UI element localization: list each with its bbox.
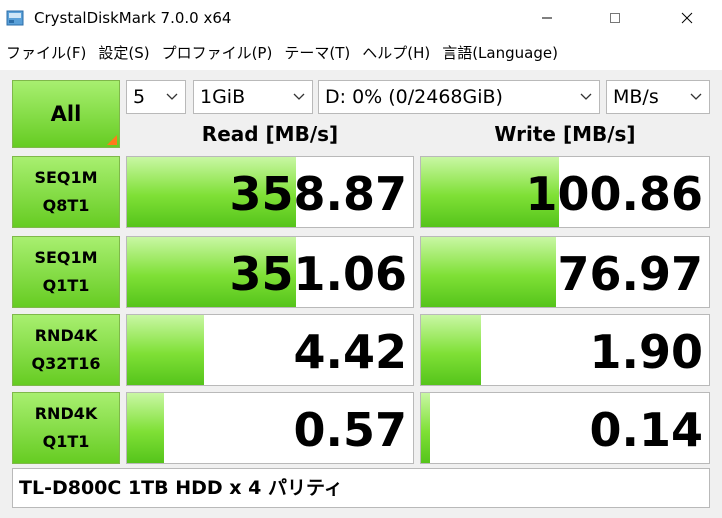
rnd4k-q1t1-write-result: 0.14: [420, 392, 710, 464]
seq1m-q8t1-button[interactable]: SEQ1M Q8T1: [12, 156, 120, 228]
result-value: 100.86: [525, 167, 703, 221]
menu-bar: ファイル(F) 設定(S) プロファイル(P) テーマ(T) ヘルプ(H) 言語…: [0, 36, 722, 70]
result-value: 1.90: [589, 325, 704, 379]
result-value: 0.14: [589, 403, 704, 457]
menu-profile[interactable]: プロファイル(P): [156, 36, 279, 70]
rnd4k-q1t1-button[interactable]: RND4K Q1T1: [12, 392, 120, 464]
drive-select[interactable]: D: 0% (0/2468GiB): [318, 80, 600, 114]
test-label-line1: RND4K: [34, 404, 98, 423]
test-size-select[interactable]: 1GiB: [193, 80, 313, 114]
crystaldiskmark-icon: [6, 10, 24, 26]
comment-field[interactable]: TL-D800C 1TB HDD x 4 パリティ: [12, 468, 710, 508]
app-window: CrystalDiskMark 7.0.0 x64 ファイル(F) 設定(S) …: [0, 0, 722, 518]
chevron-down-icon: [580, 93, 592, 100]
all-button-label: All: [50, 102, 82, 126]
seq1m-q8t1-read-result: 358.87: [126, 156, 414, 228]
main-panel: All 5 1GiB D: 0% (0/2468GiB) MB/s Read […: [0, 70, 722, 518]
read-header: Read [MB/s]: [201, 122, 339, 146]
result-bar: [421, 393, 430, 463]
rnd4k-q32t16-button[interactable]: RND4K Q32T16: [12, 314, 120, 386]
minimize-button[interactable]: [524, 0, 570, 36]
menu-file[interactable]: ファイル(F): [0, 36, 92, 70]
test-label-line1: RND4K: [34, 326, 98, 345]
result-value: 351.06: [229, 247, 407, 301]
test-label-line2: Q32T16: [31, 354, 101, 373]
rnd4k-q32t16-write-result: 1.90: [420, 314, 710, 386]
menu-theme[interactable]: テーマ(T): [278, 36, 356, 70]
minimize-icon: [542, 17, 552, 19]
chevron-down-icon: [293, 93, 305, 100]
result-bar: [421, 237, 557, 307]
test-label-line1: SEQ1M: [34, 248, 98, 267]
all-button[interactable]: All: [12, 80, 120, 148]
test-label-line2: Q8T1: [42, 196, 90, 215]
unit-select[interactable]: MB/s: [606, 80, 710, 114]
test-label-line2: Q1T1: [42, 432, 90, 451]
test-label-line1: SEQ1M: [34, 168, 98, 187]
maximize-button[interactable]: [592, 0, 638, 36]
drive-value: D: 0% (0/2468GiB): [325, 86, 503, 108]
result-value: 4.42: [293, 325, 408, 379]
maximize-icon: [610, 13, 620, 23]
seq1m-q1t1-write-result: 76.97: [420, 236, 710, 308]
result-bar: [127, 393, 165, 463]
result-value: 358.87: [229, 167, 407, 221]
menu-language[interactable]: 言語(Language): [436, 36, 564, 70]
unit-value: MB/s: [613, 86, 659, 108]
rnd4k-q1t1-read-result: 0.57: [126, 392, 414, 464]
seq1m-q1t1-read-result: 351.06: [126, 236, 414, 308]
result-bar: [127, 315, 205, 385]
menu-settings[interactable]: 設定(S): [92, 36, 155, 70]
close-button[interactable]: [664, 0, 710, 36]
result-bar: [421, 315, 482, 385]
seq1m-q1t1-button[interactable]: SEQ1M Q1T1: [12, 236, 120, 308]
window-title: CrystalDiskMark 7.0.0 x64: [34, 9, 232, 27]
corner-marker: [107, 135, 117, 145]
test-count-select[interactable]: 5: [126, 80, 186, 114]
chevron-down-icon: [166, 93, 178, 100]
menu-help[interactable]: ヘルプ(H): [356, 36, 436, 70]
title-bar: CrystalDiskMark 7.0.0 x64: [0, 0, 722, 36]
result-value: 0.57: [293, 403, 408, 457]
test-size-value: 1GiB: [200, 86, 246, 108]
write-header: Write [MB/s]: [494, 122, 636, 146]
seq1m-q8t1-write-result: 100.86: [420, 156, 710, 228]
rnd4k-q32t16-read-result: 4.42: [126, 314, 414, 386]
test-label-line2: Q1T1: [42, 276, 90, 295]
close-icon: [681, 12, 693, 24]
test-count-value: 5: [133, 86, 146, 108]
result-value: 76.97: [557, 247, 703, 301]
chevron-down-icon: [690, 93, 702, 100]
